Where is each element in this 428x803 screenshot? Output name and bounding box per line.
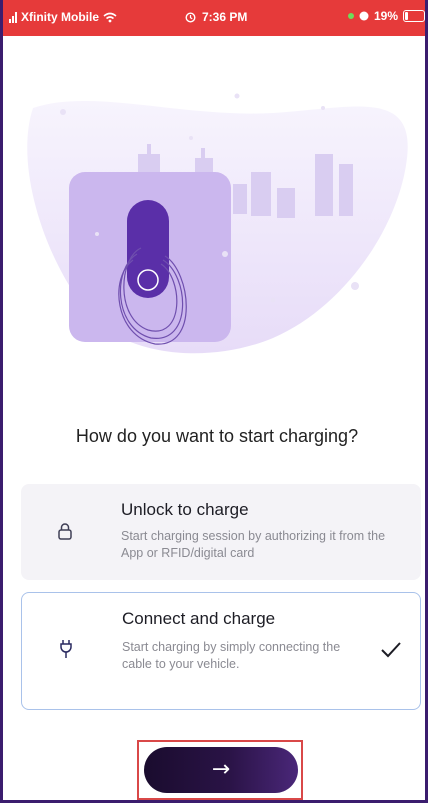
location-dot-icon	[347, 13, 354, 19]
lock-icon	[58, 523, 72, 540]
next-button[interactable]: →	[144, 747, 298, 793]
battery-level	[405, 12, 408, 20]
plug-icon	[60, 640, 72, 658]
wifi-icon	[103, 12, 117, 22]
alarm-icon	[185, 11, 196, 23]
status-bar: Xfinity Mobile 7:36 PM 19%	[3, 0, 425, 36]
option-description: Start charging session by authorizing it…	[121, 529, 386, 560]
battery-percent: 19%	[373, 9, 398, 23]
charging-question: How do you want to start charging?	[75, 426, 359, 446]
option-title: Unlock to charge	[121, 500, 249, 519]
check-icon	[381, 642, 401, 658]
arrow-right-icon: →	[211, 757, 231, 782]
battery-group: 19%	[347, 9, 425, 23]
option-connect-and-charge[interactable]: Connect and charge Start charging by sim…	[21, 592, 421, 710]
charging-illustration	[27, 93, 408, 354]
signal-icon	[9, 11, 17, 23]
clock-group: 7:36 PM	[185, 10, 247, 24]
option-title: Connect and charge	[122, 609, 276, 628]
clock: 7:36 PM	[202, 10, 248, 24]
carrier-group: Xfinity Mobile	[9, 10, 117, 24]
orientation-lock-icon	[359, 11, 369, 21]
app-screen: Xfinity Mobile 7:36 PM 19% How do you wa…	[0, 0, 428, 803]
battery-icon	[403, 10, 425, 22]
carrier-name: Xfinity Mobile	[21, 10, 99, 24]
option-unlock-to-charge[interactable]: Unlock to charge Start charging session …	[21, 484, 421, 580]
option-description: Start charging by simply connecting the …	[122, 640, 341, 671]
